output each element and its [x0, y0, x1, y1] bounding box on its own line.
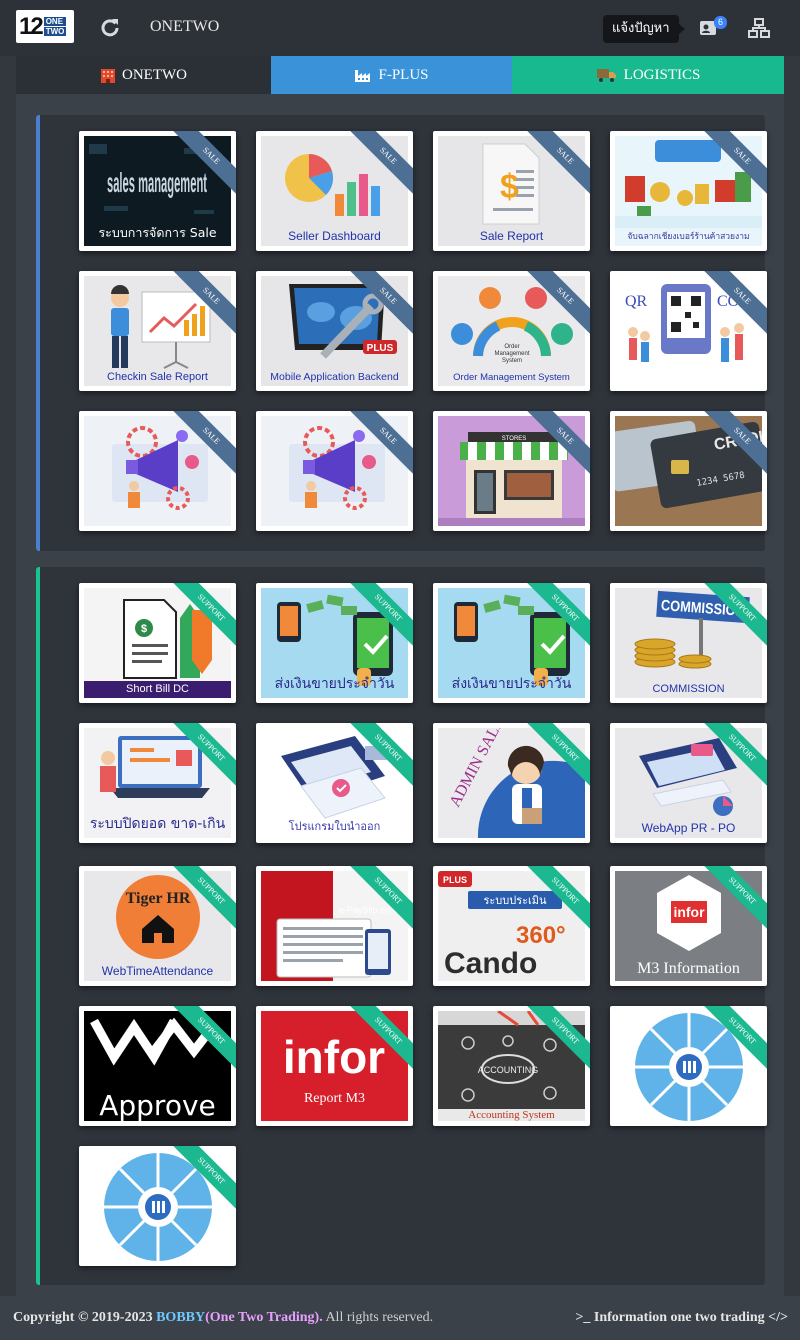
code-icon: </>	[768, 1310, 788, 1325]
svg-text:Order: Order	[504, 344, 519, 350]
card-caption: ระบบปิดยอด ขาด-เกิน	[89, 816, 226, 832]
app-card-web-time-attendance[interactable]: Tiger HR WebTimeAttendance SUPPORT	[79, 866, 236, 986]
svg-text:$: $	[141, 623, 147, 635]
card-caption: Approve	[99, 1089, 216, 1121]
author-name[interactable]: BOBBY	[156, 1310, 205, 1325]
tab-fplus-label: F-PLUS	[378, 66, 429, 83]
app-card-network-b[interactable]: SUPPORT	[79, 1146, 236, 1266]
cando-score: 360°	[516, 922, 566, 949]
building-icon	[101, 69, 115, 83]
info-link-label: Information one two trading	[593, 1310, 765, 1325]
app-card-admin-sale[interactable]: ADMIN SALE SUPPORT	[433, 723, 590, 843]
svg-text:System: System	[502, 358, 522, 364]
copyright-notice: Copyright © 2019-2023 BOBBY(One Two Trad…	[13, 1296, 433, 1340]
infor-logo-text: infor	[673, 904, 705, 920]
app-card-order-management[interactable]: Order Management System Order Management S…	[433, 271, 590, 391]
main-panel: ONETWO F-PLUS LOGISTICS sales management…	[16, 56, 784, 1296]
tab-logistics-label: LOGISTICS	[623, 66, 701, 83]
sales-art-word: sales management	[107, 167, 207, 198]
app-card-lucky-draw[interactable]: จับฉลากเชียงเบอร์ร้านค้าสวยงาม SALE	[610, 131, 767, 251]
info-link[interactable]: >_ Information one two trading </>	[575, 1296, 788, 1340]
report-issue-button[interactable]: แจ้งปัญหา	[603, 15, 685, 43]
qr-art-label: QR	[625, 293, 648, 310]
card-caption: COMMISSION	[652, 683, 725, 695]
app-card-stores[interactable]: STORES SALE	[433, 411, 590, 531]
tab-onetwo[interactable]: ONETWO	[16, 56, 271, 94]
copyright-icon: ©	[77, 1310, 89, 1325]
card-caption: Sale Report	[479, 229, 544, 243]
app-card-credit[interactable]: CREDIT 1234 5678 SALE	[610, 411, 767, 531]
app-card-cando-360[interactable]: PLUS ระบบประเมิน 360° Cando SUPPORT	[433, 866, 590, 986]
app-card-promotion-a[interactable]: SALE	[79, 411, 236, 531]
app-card-commission[interactable]: COMMISSION COMMISSION SUPPORT	[610, 583, 767, 703]
app-card-sale-report[interactable]: $ Sale Report SALE	[433, 131, 590, 251]
company-logo[interactable]: 12 ONE TWO	[16, 10, 74, 43]
tab-logistics[interactable]: LOGISTICS	[512, 56, 784, 94]
sitemap-icon[interactable]	[748, 18, 770, 38]
sale-apps-section: sales management ระบบการจัดการ Sale SALE…	[36, 115, 767, 551]
card-caption: จับฉลากเชียงเบอร์ร้านค้าสวยงาม	[627, 232, 750, 242]
app-card-sales-management[interactable]: sales management ระบบการจัดการ Sale SALE	[79, 131, 236, 251]
app-card-webapp-pr-po[interactable]: WebApp PR - PO SUPPORT	[610, 723, 767, 843]
truck-icon	[596, 69, 616, 82]
infor-wordmark: infor	[283, 1031, 385, 1083]
stores-sign: STORES	[502, 436, 527, 442]
app-card-approve[interactable]: Approve SUPPORT	[79, 1006, 236, 1126]
copyright-years: 2019-2023	[91, 1310, 153, 1325]
accounting-center-word: ACCOUNTING	[478, 1065, 539, 1075]
svg-text:Management: Management	[494, 351, 529, 357]
logo-number: 12	[19, 12, 44, 40]
app-card-checkin-sale-report[interactable]: Checkin Sale Report SALE	[79, 271, 236, 391]
tab-onetwo-label: ONETWO	[122, 66, 187, 83]
terminal-icon: >_	[575, 1310, 591, 1325]
card-caption: WebApp PR - PO	[641, 821, 736, 835]
app-card-report-m3[interactable]: infor Report M3 SUPPORT	[256, 1006, 413, 1126]
brand-name[interactable]: ONETWO	[150, 18, 219, 36]
card-caption: ส่งเงินขายประจำวัน	[451, 676, 572, 692]
notification-badge: 6	[714, 16, 728, 29]
factory-icon	[355, 70, 371, 82]
copyright-label: Copyright	[13, 1310, 75, 1325]
card-caption: ระบบการจัดการ Sale	[98, 225, 217, 240]
card-caption: ส่งเงินขายประจำวัน	[274, 676, 395, 692]
svg-text:PLUS: PLUS	[367, 343, 394, 354]
app-card-promotion-b[interactable]: SALE	[256, 411, 413, 531]
tab-fplus[interactable]: F-PLUS	[271, 56, 512, 94]
logo-word-two: TWO	[43, 26, 67, 36]
company-tabs: ONETWO F-PLUS LOGISTICS	[16, 56, 784, 94]
app-card-epayslip[interactable]: e-PaySlip on Web SUPPORT	[256, 866, 413, 986]
support-apps-section: $ Short Bill DC SUPPORT ส่งเงินขายประจำว…	[36, 567, 767, 1285]
page-footer: Copyright © 2019-2023 BOBBY(One Two Trad…	[0, 1296, 800, 1340]
tiger-hr-logo-text: Tiger HR	[126, 890, 191, 907]
app-card-m3-information[interactable]: infor M3 Information SUPPORT	[610, 866, 767, 986]
card-caption: Order Management System	[453, 372, 570, 383]
card-caption: WebTimeAttendance	[101, 964, 214, 978]
svg-text:PLUS: PLUS	[443, 875, 467, 885]
card-caption: Short Bill DC	[84, 681, 231, 698]
card-caption: Accounting System	[438, 1109, 585, 1121]
evaluation-banner: ระบบประเมิน	[483, 894, 547, 907]
app-card-seller-dashboard[interactable]: Seller Dashboard SALE	[256, 131, 413, 251]
app-card-short-bill-dc[interactable]: $ Short Bill DC SUPPORT	[79, 583, 236, 703]
app-card-close-balance[interactable]: ระบบปิดยอด ขาด-เกิน SUPPORT	[79, 723, 236, 843]
app-card-delivery-note[interactable]: โปรแกรมใบนำออก SUPPORT	[256, 723, 413, 843]
logo-word-one: ONE	[43, 16, 67, 26]
app-card-mobile-app-backend[interactable]: PLUS Mobile Application Backend SALE	[256, 271, 413, 391]
rights-text: All rights reserved.	[325, 1310, 434, 1325]
app-card-network-a[interactable]: SUPPORT	[610, 1006, 767, 1126]
app-card-daily-sales-deposit-b[interactable]: ส่งเงินขายประจำวัน SUPPORT	[433, 583, 590, 703]
company-name: (One Two Trading).	[205, 1310, 323, 1325]
card-caption: Seller Dashboard	[288, 229, 381, 243]
card-caption: โปรแกรมใบนำออก	[288, 820, 381, 833]
cando-wordmark: Cando	[444, 947, 537, 980]
app-card-accounting-system[interactable]: ACCOUNTING Accounting System SUPPORT	[433, 1006, 590, 1126]
card-caption: Report M3	[303, 1091, 366, 1106]
app-card-qr-cod[interactable]: QR COD SALE	[610, 271, 767, 391]
card-caption: M3 Information	[637, 960, 740, 977]
top-navbar: 12 ONE TWO ONETWO แจ้งปัญหา 6	[0, 0, 800, 56]
refresh-icon[interactable]	[100, 17, 120, 37]
app-card-daily-sales-deposit-a[interactable]: ส่งเงินขายประจำวัน SUPPORT	[256, 583, 413, 703]
card-caption: Checkin Sale Report	[107, 371, 208, 383]
card-caption: Mobile Application Backend	[270, 371, 399, 383]
